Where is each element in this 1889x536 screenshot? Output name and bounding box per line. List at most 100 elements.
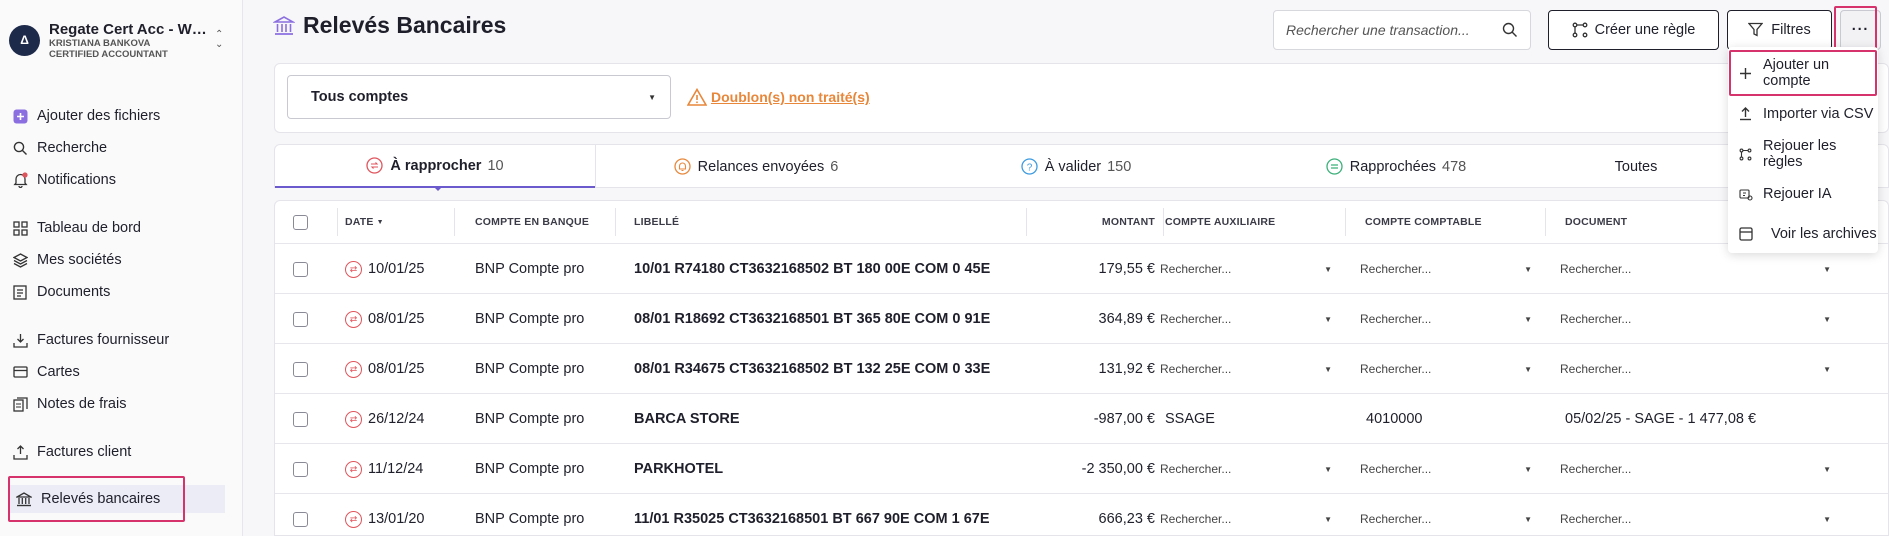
download-tray-icon xyxy=(12,332,28,348)
table-row[interactable]: ⇄ 11/12/24 BNP Compte pro PARKHOTEL -2 35… xyxy=(275,443,1888,494)
document-placeholder: Rechercher... xyxy=(1560,512,1632,526)
sidebar-item-add-files[interactable]: Ajouter des fichiers xyxy=(12,102,225,130)
table-row[interactable]: ⇄ 10/01/25 BNP Compte pro 10/01 R74180 CT… xyxy=(275,243,1888,294)
sidebar-item-supplier-invoices[interactable]: Factures fournisseur xyxy=(12,326,225,354)
bell-circle-icon xyxy=(674,158,691,175)
document-select[interactable]: Rechercher... ▼ xyxy=(1560,294,1839,344)
rules-icon xyxy=(1738,147,1753,162)
sidebar-item-expenses[interactable]: Notes de frais xyxy=(12,390,225,418)
reconcile-status-icon: ⇄ xyxy=(345,260,362,278)
tab-label: Toutes xyxy=(1614,158,1658,175)
caret-down-icon: ▼ xyxy=(1324,514,1332,524)
tab-reminders-sent[interactable]: Relances envoyées 6 xyxy=(596,145,916,188)
cell-label: BARCA STORE xyxy=(634,411,740,427)
gl-account-placeholder: Rechercher... xyxy=(1360,512,1432,526)
sidebar-item-client-invoices[interactable]: Factures client xyxy=(12,438,225,466)
cell-aux-account[interactable]: SSAGE xyxy=(1165,394,1340,444)
gl-account-placeholder: Rechercher... xyxy=(1360,262,1432,276)
document-select[interactable]: Rechercher... ▼ xyxy=(1560,494,1839,535)
transaction-search[interactable] xyxy=(1273,10,1531,50)
aux-account-select[interactable]: Rechercher... ▼ xyxy=(1160,494,1340,535)
bank-icon xyxy=(271,15,297,37)
header-amount: MONTANT xyxy=(1101,216,1155,228)
filter-icon xyxy=(1747,22,1764,38)
select-all-checkbox[interactable] xyxy=(293,214,308,230)
sidebar-item-search[interactable]: Recherche xyxy=(12,134,225,162)
filter-bar: Tous comptes ▼ Doublon(s) non traité(s) xyxy=(274,63,1889,133)
bell-icon xyxy=(12,172,28,188)
cell-bank: BNP Compte pro xyxy=(475,411,585,427)
duplicates-label: Doublon(s) non traité(s) xyxy=(711,89,870,105)
account-select[interactable]: Tous comptes ▼ xyxy=(287,75,671,119)
row-checkbox[interactable] xyxy=(293,461,308,477)
row-checkbox[interactable] xyxy=(293,411,308,427)
sidebar-item-bank-statements[interactable]: Relevés bancaires xyxy=(10,485,225,513)
row-checkbox[interactable] xyxy=(293,361,308,377)
table-row[interactable]: ⇄ 26/12/24 BNP Compte pro BARCA STORE -98… xyxy=(275,393,1888,444)
sidebar-item-documents[interactable]: Documents xyxy=(12,278,225,306)
duplicates-link[interactable]: Doublon(s) non traité(s) xyxy=(686,87,870,106)
sidebar-item-cards[interactable]: Cartes xyxy=(12,358,225,386)
tab-to-reconcile[interactable]: À rapprocher 10 xyxy=(275,145,595,188)
gl-account-select[interactable]: Rechercher... ▼ xyxy=(1360,244,1540,294)
grid-icon xyxy=(12,220,28,236)
menu-item-view-archives[interactable]: Voir les archives xyxy=(1728,217,1878,251)
create-rule-label: Créer une règle xyxy=(1594,22,1696,38)
gl-account-select[interactable]: Rechercher... ▼ xyxy=(1360,344,1540,394)
tab-to-validate[interactable]: ? À valider 150 xyxy=(916,145,1236,188)
caret-down-icon: ▼ xyxy=(1524,264,1532,274)
menu-item-import-csv[interactable]: Importer via CSV xyxy=(1728,97,1878,131)
tab-all[interactable]: Toutes xyxy=(1556,145,1716,188)
search-icon[interactable] xyxy=(1502,22,1518,38)
menu-item-replay-rules[interactable]: Rejouer les règles xyxy=(1728,137,1878,171)
search-input[interactable] xyxy=(1286,22,1486,38)
more-options-button[interactable]: ··· xyxy=(1840,10,1881,50)
org-logo: Δ xyxy=(9,24,40,56)
cell-date: 13/01/20 xyxy=(368,511,425,527)
org-switcher[interactable]: Δ Regate Cert Acc - With... KRISTIANA BA… xyxy=(9,16,235,64)
caret-down-icon: ▼ xyxy=(1324,264,1332,274)
gl-account-select[interactable]: Rechercher... ▼ xyxy=(1360,444,1540,494)
org-text: Regate Cert Acc - With... KRISTIANA BANK… xyxy=(49,21,209,60)
tab-reconciled[interactable]: Rapprochées 478 xyxy=(1236,145,1556,188)
active-tab-caret xyxy=(433,186,443,191)
gl-account-select[interactable]: Rechercher... ▼ xyxy=(1360,494,1540,535)
row-checkbox[interactable] xyxy=(293,511,308,527)
menu-item-add-account[interactable]: Ajouter un compte xyxy=(1728,52,1878,94)
menu-item-replay-ai[interactable]: Rejouer IA xyxy=(1728,177,1878,211)
aux-account-select[interactable]: Rechercher... ▼ xyxy=(1160,444,1340,494)
aux-account-placeholder: Rechercher... xyxy=(1160,362,1232,376)
ai-icon xyxy=(1738,187,1753,202)
aux-account-select[interactable]: Rechercher... ▼ xyxy=(1160,344,1340,394)
cell-bank: BNP Compte pro xyxy=(475,261,585,277)
bank-icon xyxy=(16,491,32,507)
card-icon xyxy=(12,364,28,380)
cell-gl-account[interactable]: 4010000 xyxy=(1366,394,1541,444)
row-checkbox[interactable] xyxy=(293,261,308,277)
sidebar-item-label: Mes sociétés xyxy=(37,252,122,268)
table-row[interactable]: ⇄ 08/01/25 BNP Compte pro 08/01 R18692 CT… xyxy=(275,293,1888,344)
account-select-value: Tous comptes xyxy=(311,89,409,105)
tab-count: 10 xyxy=(487,157,504,174)
cell-document[interactable]: 05/02/25 - SAGE - 1 477,08 € xyxy=(1565,394,1835,444)
aux-account-select[interactable]: Rechercher... ▼ xyxy=(1160,244,1340,294)
filters-button[interactable]: Filtres xyxy=(1727,10,1832,50)
cell-date: 08/01/25 xyxy=(368,311,425,327)
document-select[interactable]: Rechercher... ▼ xyxy=(1560,344,1839,394)
sidebar-item-notifications[interactable]: Notifications xyxy=(12,166,225,194)
header-date[interactable]: DATE ▼ xyxy=(345,201,445,243)
upload-tray-icon xyxy=(12,444,28,460)
row-checkbox[interactable] xyxy=(293,311,308,327)
document-select[interactable]: Rechercher... ▼ xyxy=(1560,444,1839,494)
sidebar-item-companies[interactable]: Mes sociétés xyxy=(12,246,225,274)
transactions-table: DATE ▼ COMPTE EN BANQUE LIBELLÉ MONTANT … xyxy=(274,200,1889,536)
gl-account-select[interactable]: Rechercher... ▼ xyxy=(1360,294,1540,344)
table-row[interactable]: ⇄ 13/01/20 BNP Compte pro 11/01 R35025 CT… xyxy=(275,493,1888,535)
table-row[interactable]: ⇄ 08/01/25 BNP Compte pro 08/01 R34675 CT… xyxy=(275,343,1888,394)
header-gl-account: COMPTE COMPTABLE xyxy=(1365,216,1482,228)
cell-date: 11/12/24 xyxy=(368,461,424,477)
create-rule-button[interactable]: Créer une règle xyxy=(1548,10,1719,50)
sidebar-item-dashboard[interactable]: Tableau de bord xyxy=(12,214,225,242)
sidebar-item-label: Factures client xyxy=(37,444,132,460)
aux-account-select[interactable]: Rechercher... ▼ xyxy=(1160,294,1340,344)
